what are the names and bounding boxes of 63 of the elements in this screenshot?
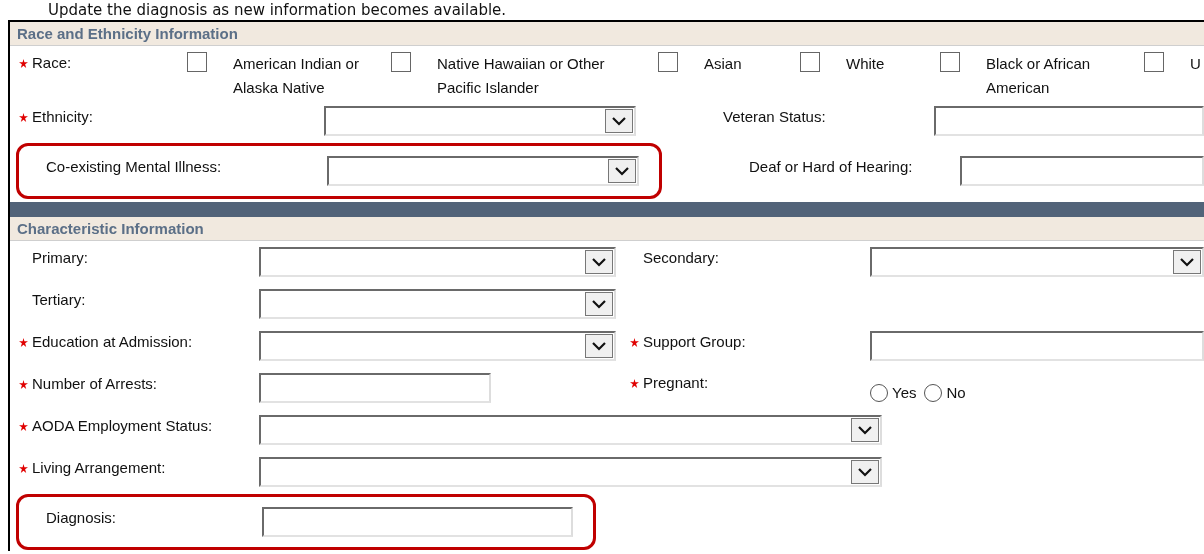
chevron-down-icon: [585, 292, 613, 316]
chevron-down-icon: [851, 460, 879, 484]
radio-button[interactable]: [924, 384, 943, 402]
checkbox-label: White: [845, 54, 885, 74]
chevron-down-icon: [851, 418, 879, 442]
dropdown-field[interactable]: [259, 457, 882, 487]
field-label: Living Arrangement:: [32, 458, 166, 478]
required-icon: [629, 337, 639, 347]
checkbox-label: U: [1189, 54, 1201, 74]
field-label: Veteran Status:: [723, 107, 826, 127]
radio-label: Yes: [892, 382, 917, 403]
required-icon: [18, 421, 28, 431]
section-header: Race and Ethnicity Information: [10, 22, 1204, 46]
dropdown-field[interactable]: [324, 106, 636, 136]
text-field[interactable]: [960, 156, 1204, 186]
chevron-down-icon: [608, 159, 636, 183]
text-field[interactable]: [262, 507, 573, 537]
required-icon: [18, 337, 28, 347]
field-label: Secondary:: [643, 248, 719, 268]
field-label: Co-existing Mental Illness:: [46, 157, 222, 177]
text-field[interactable]: [870, 331, 1204, 361]
chevron-down-icon: [585, 250, 613, 274]
field-label: Primary:: [32, 248, 88, 268]
checkbox[interactable]: [391, 52, 411, 72]
field-label: Race:: [32, 53, 72, 73]
dropdown-field[interactable]: [870, 247, 1204, 277]
required-icon: [629, 378, 639, 388]
radio-button[interactable]: [870, 384, 888, 402]
checkbox-label: Asian: [703, 54, 742, 74]
checkbox-label: Native Hawaiian or Other Pacific Islander: [436, 54, 606, 98]
field-label: Diagnosis:: [46, 508, 117, 528]
field-label: Support Group:: [643, 332, 746, 352]
dropdown-field[interactable]: [259, 247, 616, 277]
dropdown-field[interactable]: [327, 156, 639, 186]
text-field[interactable]: [934, 106, 1204, 136]
field-label: Ethnicity:: [32, 107, 93, 127]
field-label: AODA Employment Status:: [32, 416, 213, 436]
checkbox[interactable]: [658, 52, 678, 72]
required-icon: [18, 463, 28, 473]
radio-label: No: [946, 382, 966, 403]
instruction-text: Update the diagnosis as new information becomes available.: [47, 0, 508, 20]
field-label: Education at Admission:: [32, 332, 193, 352]
required-icon: [18, 379, 28, 389]
checkbox[interactable]: [800, 52, 820, 72]
dropdown-field[interactable]: [259, 331, 616, 361]
checkbox[interactable]: [940, 52, 960, 72]
required-icon: [18, 58, 28, 68]
dropdown-field[interactable]: [259, 289, 616, 319]
checkbox-label: American Indian or Alaska Native: [232, 54, 360, 98]
field-label: Tertiary:: [32, 290, 86, 310]
required-icon: [18, 112, 28, 122]
field-label: Number of Arrests:: [32, 374, 158, 394]
checkbox-label: Black or African American: [985, 54, 1092, 98]
checkbox[interactable]: [1144, 52, 1164, 72]
dropdown-field[interactable]: [259, 415, 882, 445]
checkbox[interactable]: [187, 52, 207, 72]
chevron-down-icon: [605, 109, 633, 133]
text-field[interactable]: [259, 373, 491, 403]
field-label: Pregnant:: [643, 372, 709, 393]
chevron-down-icon: [585, 334, 613, 358]
chevron-down-icon: [1173, 250, 1201, 274]
field-label: Deaf or Hard of Hearing:: [749, 157, 913, 177]
section-header: Characteristic Information: [10, 217, 1204, 241]
